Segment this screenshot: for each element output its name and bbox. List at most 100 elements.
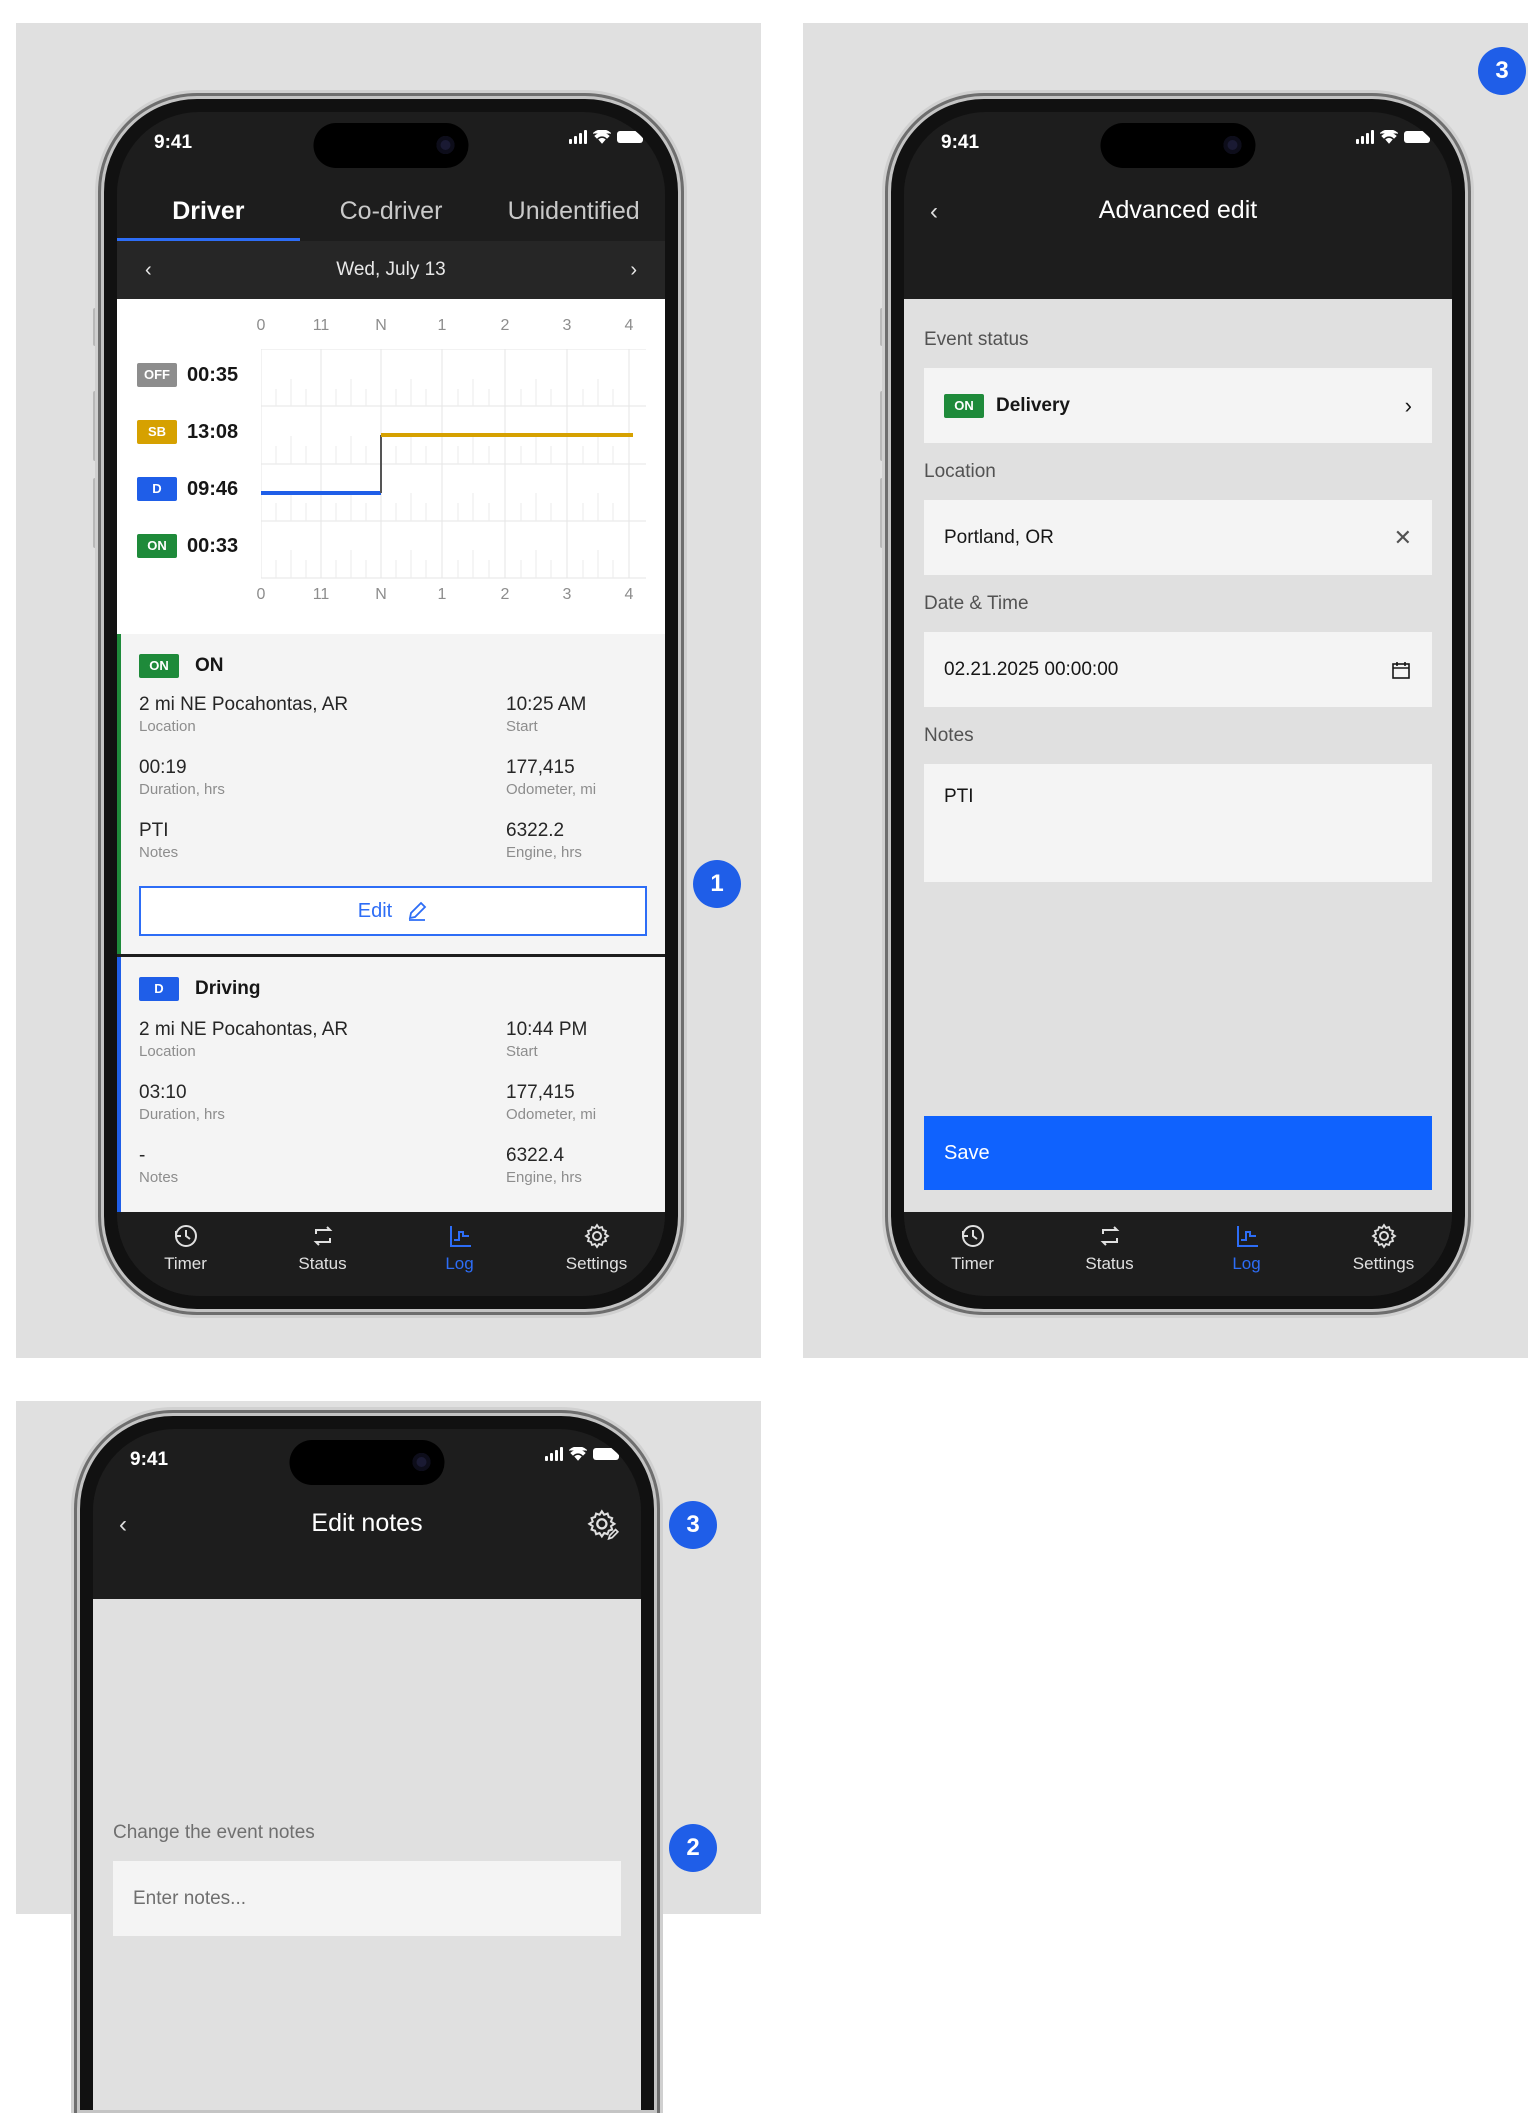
- badge-on: ON: [137, 534, 177, 558]
- nav-status-label: Status: [1085, 1254, 1134, 1273]
- event-card-driving[interactable]: D Driving 2 mi NE Pocahontas, AR Locatio…: [117, 957, 665, 1212]
- status-time: 9:41: [130, 1449, 169, 1470]
- status-icons: [545, 1447, 623, 1461]
- location-label: Location: [924, 461, 996, 482]
- nav-log[interactable]: Log: [391, 1212, 528, 1296]
- event-engine: 6322.4 Engine, hrs: [506, 1145, 582, 1186]
- nav-status[interactable]: Status: [254, 1212, 391, 1296]
- annotation-marker-1: 1: [693, 860, 741, 908]
- notes-value: PTI: [139, 820, 169, 841]
- event-badge: D: [139, 977, 179, 1001]
- location-value: 2 mi NE Pocahontas, AR: [139, 1019, 349, 1040]
- phone-action-button: [71, 1623, 76, 1668]
- hos-grid: [261, 349, 646, 579]
- time-on: 00:33: [187, 534, 239, 557]
- duration-value: 00:19: [139, 757, 187, 778]
- signal-icon: [569, 130, 587, 144]
- clear-icon[interactable]: ✕: [1394, 525, 1412, 551]
- nav-settings[interactable]: Settings: [1315, 1212, 1452, 1296]
- page-title: Edit notes: [311, 1509, 423, 1537]
- event-start: 10:44 PM Start: [506, 1019, 587, 1060]
- axis-bottom-3: 1: [437, 586, 447, 603]
- notes-placeholder: Enter notes...: [133, 1887, 247, 1909]
- tab-co-driver[interactable]: Co-driver: [300, 183, 483, 241]
- event-title: ON: [195, 655, 224, 676]
- event-duration: 03:10 Duration, hrs: [139, 1082, 225, 1123]
- panel-advanced-edit: 9:41 ‹ Advanced edit Event status ON Del…: [803, 23, 1528, 1358]
- status-time: 9:41: [941, 132, 980, 153]
- event-badge: ON: [139, 654, 179, 678]
- save-button[interactable]: Save: [924, 1116, 1432, 1190]
- event-card-on[interactable]: ON ON 2 mi NE Pocahontas, AR Location 10…: [117, 634, 665, 954]
- dynamic-island: [313, 123, 469, 168]
- gear-icon: [1370, 1223, 1397, 1249]
- location-value: 2 mi NE Pocahontas, AR: [139, 694, 349, 715]
- status-row-sb: SB 13:08: [137, 420, 238, 444]
- prev-day-icon[interactable]: ‹: [145, 259, 152, 282]
- panel-edit-notes: 9:41 ‹ Edit notes Change the event notes…: [16, 1401, 761, 2113]
- edit-event-button[interactable]: Edit: [139, 886, 647, 936]
- datetime-field[interactable]: 02.21.2025 00:00:00: [924, 632, 1432, 707]
- event-location: 2 mi NE Pocahontas, AR Location: [139, 1019, 348, 1060]
- screen-header: ‹ Edit notes: [93, 1495, 641, 1599]
- notes-label: Notes: [924, 725, 974, 746]
- pencil-icon: [409, 901, 427, 921]
- axis-top-1: 11: [312, 317, 330, 334]
- odometer-label: Odometer, mi: [506, 1106, 597, 1123]
- panel-driver-log: 9:41 Driver Co-driver Unidentified ‹ Wed…: [16, 23, 761, 1358]
- phone-screen: 9:41 ‹ Advanced edit Event status ON Del…: [904, 112, 1452, 1296]
- duration-label: Duration, hrs: [139, 1106, 225, 1123]
- nav-timer[interactable]: Timer: [117, 1212, 254, 1296]
- notes-label: Notes: [139, 844, 179, 861]
- wifi-icon: [1380, 130, 1398, 144]
- status-icons: [569, 130, 647, 144]
- event-title: Driving: [195, 978, 261, 999]
- time-sb: 13:08: [187, 420, 239, 443]
- event-odometer: 177,415 Odometer, mi: [506, 757, 596, 798]
- hos-graph: 0 11 N 1 2 3 4 OFF 00:35 SB 13:08 D 09:4…: [117, 299, 665, 634]
- calendar-icon[interactable]: [1390, 659, 1412, 681]
- nav-timer-label: Timer: [951, 1254, 994, 1273]
- next-day-icon[interactable]: ›: [630, 259, 637, 282]
- repeat-icon: [313, 1226, 332, 1246]
- axis-top-4: 2: [500, 317, 510, 334]
- tab-unidentified[interactable]: Unidentified: [482, 183, 665, 241]
- event-status-select[interactable]: ON Delivery ›: [924, 368, 1432, 443]
- location-label: Location: [139, 1043, 196, 1060]
- current-date: Wed, July 13: [336, 259, 446, 280]
- tab-driver[interactable]: Driver: [117, 183, 300, 241]
- event-status-value: Delivery: [996, 394, 1070, 416]
- settings-edit-icon[interactable]: [587, 1509, 619, 1541]
- axis-top-5: 3: [562, 317, 572, 334]
- location-field[interactable]: Portland, OR ✕: [924, 500, 1432, 575]
- event-status-badge: ON: [944, 393, 984, 418]
- log-chart-icon: [1236, 1226, 1258, 1247]
- chevron-right-icon: ›: [1404, 392, 1412, 418]
- event-header: ON ON: [139, 654, 224, 678]
- time-off: 00:35: [187, 363, 239, 386]
- nav-log[interactable]: Log: [1178, 1212, 1315, 1296]
- nav-timer[interactable]: Timer: [904, 1212, 1041, 1296]
- badge-sb: SB: [137, 420, 177, 444]
- event-header: D Driving: [139, 977, 260, 1001]
- phone-volume-up: [71, 1706, 76, 1786]
- event-duration: 00:19 Duration, hrs: [139, 757, 225, 798]
- nav-settings[interactable]: Settings: [528, 1212, 665, 1296]
- nav-log-label: Log: [1232, 1254, 1261, 1273]
- nav-status[interactable]: Status: [1041, 1212, 1178, 1296]
- notes-prompt: Change the event notes: [113, 1822, 315, 1843]
- status-row-on: ON 00:33: [137, 534, 238, 558]
- datetime-label: Date & Time: [924, 593, 1029, 614]
- wifi-icon: [593, 130, 611, 144]
- phone-volume-down: [71, 1811, 76, 1891]
- axis-top-0: 0: [256, 317, 266, 334]
- event-status-label: Event status: [924, 329, 1029, 350]
- phone-action-button: [880, 308, 885, 346]
- battery-icon: [617, 131, 647, 143]
- axis-top-2: N: [375, 317, 387, 334]
- phone-action-button: [93, 308, 98, 346]
- nav-status-label: Status: [298, 1254, 347, 1273]
- engine-value: 6322.4: [506, 1145, 565, 1166]
- notes-input[interactable]: Enter notes...: [113, 1861, 621, 1936]
- notes-field[interactable]: PTI: [924, 764, 1432, 882]
